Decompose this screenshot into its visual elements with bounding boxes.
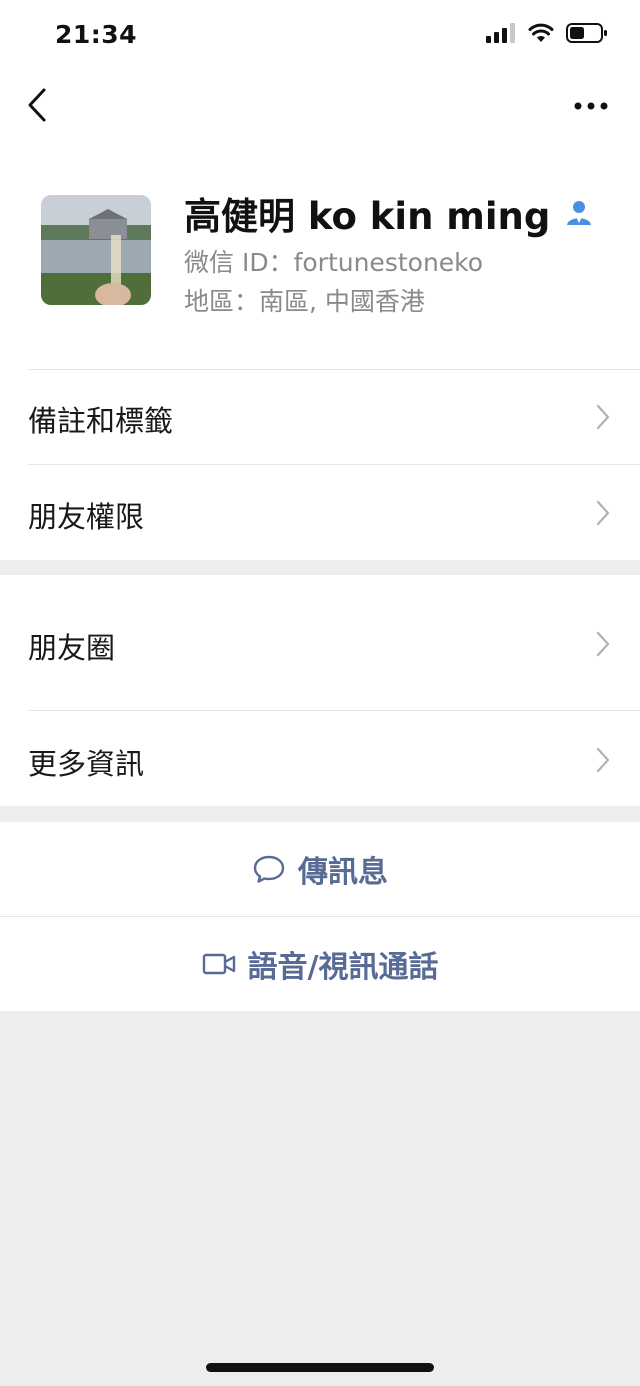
status-icons — [486, 22, 608, 48]
avatar[interactable] — [41, 195, 151, 305]
profile-header-area: 21:34 高健明 ko kin ming 微信 ID：fortunestone… — [0, 0, 640, 560]
region: 地區：南區, 中國香港 — [184, 287, 425, 316]
wechat-id: 微信 ID：fortunestoneko — [184, 248, 484, 277]
signal-icon — [486, 23, 516, 47]
chat-bubble-icon — [253, 855, 285, 883]
list-item-label: 朋友圈 — [28, 631, 116, 665]
profile-name-row: 高健明 ko kin ming — [184, 186, 594, 240]
list-item-label: 備註和標籤 — [28, 404, 174, 438]
list-item-notes-tags[interactable]: 備註和標籤 — [0, 370, 640, 464]
battery-icon — [566, 22, 608, 48]
chevron-left-icon — [28, 88, 46, 122]
action-group: 傳訊息 語音/視訊通話 — [0, 822, 640, 1011]
voice-video-call-label: 語音/視訊通話 — [247, 950, 439, 985]
wifi-icon — [528, 23, 554, 47]
send-message-label: 傳訊息 — [298, 855, 388, 890]
voice-video-call-button[interactable]: 語音/視訊通話 — [0, 917, 640, 1011]
back-button[interactable] — [22, 84, 58, 128]
list-item-moments[interactable]: 朋友圈 — [0, 575, 640, 710]
list-item-friend-permissions[interactable]: 朋友權限 — [0, 465, 640, 559]
chevron-right-icon — [596, 747, 610, 773]
profile-name: 高健明 ko kin ming — [184, 195, 551, 238]
chevron-right-icon — [596, 404, 610, 430]
person-verified-icon — [564, 198, 594, 228]
chevron-right-icon — [596, 631, 610, 657]
more-dots-icon — [574, 102, 608, 110]
video-camera-icon — [202, 953, 235, 975]
list-item-label: 更多資訊 — [28, 747, 145, 781]
list-group-moments: 朋友圈 更多資訊 — [0, 575, 640, 806]
status-bar: 21:34 — [0, 0, 640, 70]
list-item-more-info[interactable]: 更多資訊 — [0, 711, 640, 806]
chevron-right-icon — [596, 500, 610, 526]
list-item-label: 朋友權限 — [28, 500, 145, 534]
more-button[interactable] — [572, 92, 612, 120]
home-indicator[interactable] — [206, 1363, 434, 1372]
send-message-button[interactable]: 傳訊息 — [0, 822, 640, 916]
profile-page: 21:34 高健明 ko kin ming 微信 ID：fortunestone… — [0, 0, 640, 1386]
status-time: 21:34 — [55, 20, 138, 49]
